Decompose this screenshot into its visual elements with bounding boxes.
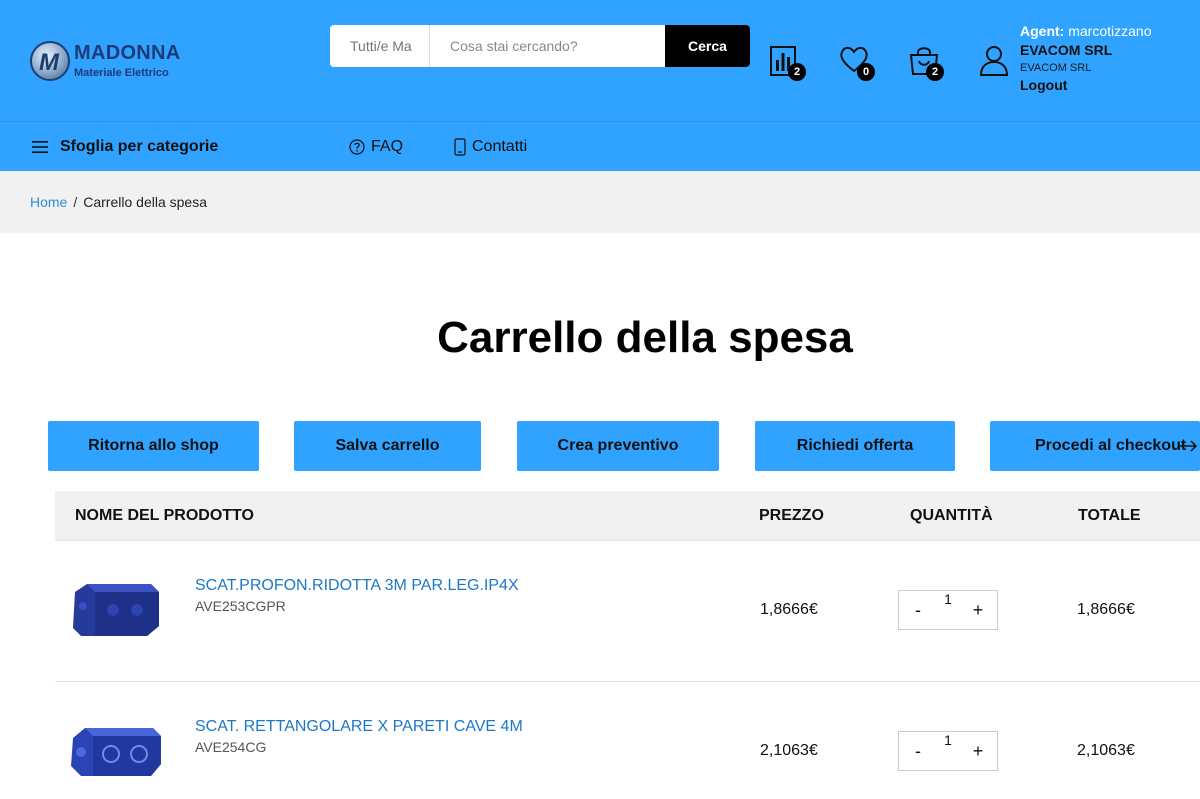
breadcrumb-current: Carrello della spesa [83, 194, 207, 210]
agent-name: marcotizzano [1068, 23, 1152, 39]
product-image[interactable] [67, 574, 163, 644]
logout-link[interactable]: Logout [1020, 76, 1195, 94]
table-row: SCAT. RETTANGOLARE X PARETI CAVE 4M AVE2… [55, 682, 1200, 799]
product-code: AVE254CG [195, 739, 267, 755]
arrow-right-icon [1180, 440, 1198, 452]
request-offer-button[interactable]: Richiedi offerta [755, 421, 955, 471]
quantity-stepper: - 1 + [898, 590, 998, 630]
header-price: PREZZO [759, 507, 824, 524]
top-header: M MADONNA Materiale Elettrico Cerca 2 0 … [0, 0, 1200, 121]
agent-company: EVACOM SRL [1020, 42, 1113, 58]
nav-contacts-link[interactable]: Contatti [454, 138, 527, 156]
search-category-select[interactable] [330, 25, 430, 67]
nav-faq-label: FAQ [371, 138, 404, 155]
search-input[interactable] [430, 25, 665, 67]
browse-categories-button[interactable]: Sfoglia per categorie [32, 138, 218, 156]
checkout-label: Procedi al checkout [1035, 437, 1187, 454]
logo-name: MADONNA [74, 42, 181, 64]
product-price: 2,1063€ [760, 742, 818, 759]
table-row: SCAT.PROFON.RIDOTTA 3M PAR.LEG.IP4X AVE2… [55, 541, 1200, 682]
browse-categories-label: Sfoglia per categorie [60, 138, 219, 155]
product-code: AVE253CGPR [195, 598, 286, 614]
page-title: Carrello della spesa [437, 313, 853, 362]
phone-icon [454, 138, 466, 156]
agent-company-small: EVACOM SRL [1020, 62, 1092, 74]
logo-mark-icon: M [30, 41, 70, 81]
product-total: 1,8666€ [1077, 601, 1135, 618]
quantity-decrease-button[interactable]: - [903, 591, 933, 629]
header-product: NOME DEL PRODOTTO [75, 507, 254, 524]
checkout-button[interactable]: Procedi al checkout [990, 421, 1200, 471]
main-nav: Sfoglia per categorie FAQ Contatti [0, 121, 1200, 171]
user-icon [979, 46, 1009, 76]
quantity-stepper: - 1 + [898, 731, 998, 771]
product-price: 1,8666€ [760, 601, 818, 618]
wishlist-count-badge: 0 [857, 63, 875, 81]
help-circle-icon [349, 139, 365, 155]
agent-label: Agent: [1020, 23, 1065, 39]
quantity-value[interactable]: 1 [933, 732, 963, 770]
site-logo[interactable]: M MADONNA Materiale Elettrico [30, 41, 190, 83]
create-quote-button[interactable]: Crea preventivo [517, 421, 719, 471]
compare-button[interactable]: 2 [768, 44, 806, 81]
header-total: TOTALE [1078, 507, 1141, 524]
back-to-shop-button[interactable]: Ritorna allo shop [48, 421, 259, 471]
quantity-increase-button[interactable]: + [963, 591, 993, 629]
breadcrumb: Home / Carrello della spesa [0, 171, 1200, 233]
quantity-value[interactable]: 1 [933, 591, 963, 629]
save-cart-button[interactable]: Salva carrello [294, 421, 481, 471]
product-name-link[interactable]: SCAT. RETTANGOLARE X PARETI CAVE 4M [195, 718, 523, 736]
search-bar: Cerca [330, 25, 750, 67]
nav-faq-link[interactable]: FAQ [349, 138, 403, 156]
breadcrumb-separator: / [73, 194, 78, 210]
nav-contacts-label: Contatti [472, 138, 528, 155]
product-image[interactable] [67, 714, 163, 784]
cart-button[interactable]: 2 [908, 44, 944, 81]
product-total: 2,1063€ [1077, 742, 1135, 759]
agent-info: Agent: marcotizzano EVACOM SRL EVACOM SR… [1020, 23, 1195, 94]
cart-count-badge: 2 [926, 63, 944, 81]
header-quantity: QUANTITÀ [910, 507, 993, 524]
cart-table-header: NOME DEL PRODOTTO PREZZO QUANTITÀ TOTALE [55, 491, 1200, 541]
logo-subtitle: Materiale Elettrico [74, 67, 169, 79]
quantity-increase-button[interactable]: + [963, 732, 993, 770]
hamburger-icon [32, 141, 48, 153]
wishlist-button[interactable]: 0 [838, 44, 875, 81]
search-button[interactable]: Cerca [665, 25, 750, 67]
account-button[interactable] [978, 44, 1010, 76]
quantity-decrease-button[interactable]: - [903, 732, 933, 770]
compare-count-badge: 2 [788, 63, 806, 81]
product-name-link[interactable]: SCAT.PROFON.RIDOTTA 3M PAR.LEG.IP4X [195, 577, 519, 595]
breadcrumb-home-link[interactable]: Home [30, 194, 67, 210]
